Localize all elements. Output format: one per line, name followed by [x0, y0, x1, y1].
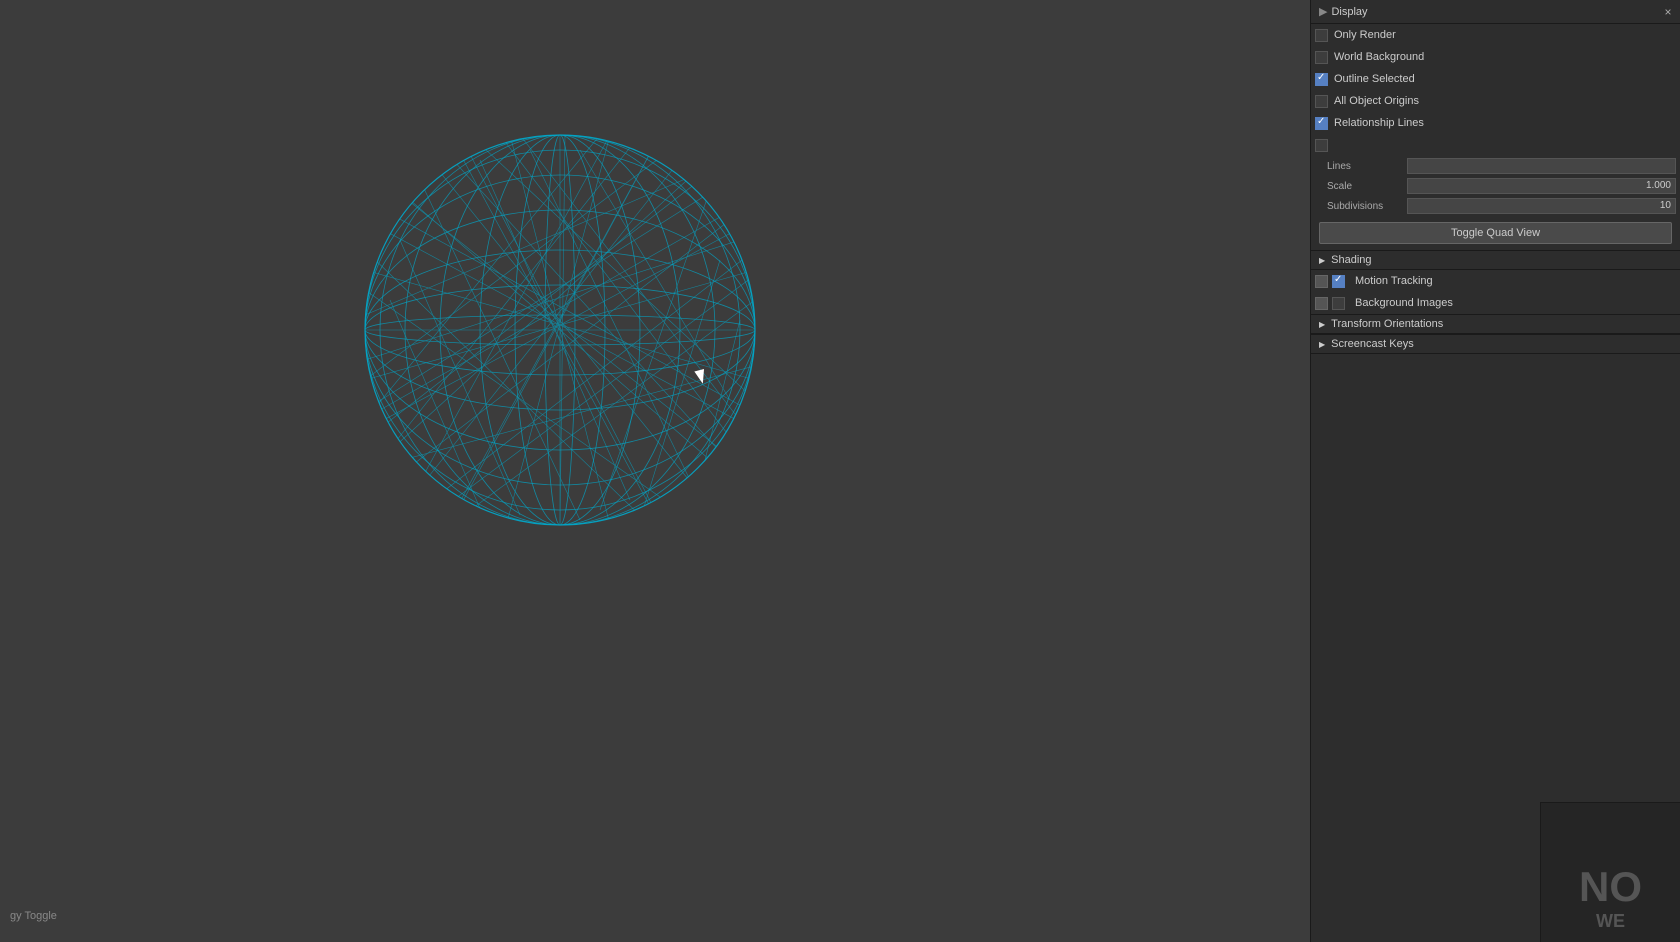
- background-images-collapse-icon[interactable]: [1315, 297, 1328, 310]
- world-background-row: World Background: [1311, 46, 1680, 68]
- all-object-origins-label: All Object Origins: [1334, 95, 1676, 107]
- overlay-text: gy Toggle: [10, 910, 57, 922]
- subdivisions-label: Subdivisions: [1327, 201, 1407, 212]
- transform-orientations-label: Transform Orientations: [1331, 318, 1443, 330]
- display-section-label: Display: [1331, 6, 1367, 18]
- display-section-header: ▶ Display: [1311, 0, 1680, 24]
- scale-label: Scale: [1327, 181, 1407, 192]
- scale-value[interactable]: 1.000: [1407, 178, 1676, 194]
- screencast-keys-label: Screencast Keys: [1331, 338, 1414, 350]
- background-images-checkbox[interactable]: [1332, 297, 1345, 310]
- scale-field-row: Scale 1.000: [1311, 176, 1680, 196]
- shading-arrow-icon: ▶: [1319, 256, 1325, 265]
- no-label: NO: [1579, 863, 1642, 911]
- viewport[interactable]: gy Toggle: [0, 0, 1310, 942]
- cursor-pointer: [696, 370, 708, 388]
- world-background-label: World Background: [1334, 51, 1676, 63]
- motion-tracking-checkbox[interactable]: [1332, 275, 1345, 288]
- only-render-row: Only Render: [1311, 24, 1680, 46]
- grid-floor-row: Grid Floor X Y Z: [1311, 134, 1680, 156]
- lines-field-row: Lines: [1311, 156, 1680, 176]
- background-images-row: Background Images: [1311, 292, 1680, 314]
- bottom-overlay: gy Toggle: [10, 910, 57, 922]
- relationship-lines-checkbox[interactable]: [1315, 117, 1328, 130]
- subdivisions-field-row: Subdivisions 10: [1311, 196, 1680, 216]
- all-object-origins-row: All Object Origins: [1311, 90, 1680, 112]
- subdivisions-value[interactable]: 10: [1407, 198, 1676, 214]
- outline-selected-label: Outline Selected: [1334, 73, 1676, 85]
- sphere-container: [350, 120, 770, 540]
- motion-tracking-label: Motion Tracking: [1355, 275, 1676, 287]
- world-background-checkbox[interactable]: [1315, 51, 1328, 64]
- lines-label: Lines: [1327, 161, 1407, 172]
- all-object-origins-checkbox[interactable]: [1315, 95, 1328, 108]
- only-render-checkbox[interactable]: [1315, 29, 1328, 42]
- outline-selected-checkbox[interactable]: [1315, 73, 1328, 86]
- transform-orientations-header[interactable]: ▶ Transform Orientations: [1311, 315, 1680, 334]
- transform-orientations-arrow-icon: ▶: [1319, 320, 1325, 329]
- bottom-right-overlay: NO WE: [1540, 802, 1680, 942]
- display-arrow-icon: ▶: [1319, 5, 1327, 18]
- close-panel-button[interactable]: ×: [1660, 4, 1676, 20]
- right-panel: × ▶ Display Only Render World Background…: [1310, 0, 1680, 942]
- toggle-quad-view-button[interactable]: Toggle Quad View: [1319, 222, 1672, 244]
- we-label: WE: [1596, 911, 1625, 932]
- relationship-lines-label: Relationship Lines: [1334, 117, 1676, 129]
- motion-tracking-collapse-icon[interactable]: [1315, 275, 1328, 288]
- grid-floor-checkbox[interactable]: [1315, 139, 1328, 152]
- motion-tracking-row: Motion Tracking: [1311, 270, 1680, 292]
- relationship-lines-row: Relationship Lines: [1311, 112, 1680, 134]
- outline-selected-row: Outline Selected: [1311, 68, 1680, 90]
- screencast-keys-arrow-icon: ▶: [1319, 340, 1325, 349]
- screencast-keys-header[interactable]: ▶ Screencast Keys: [1311, 335, 1680, 354]
- shading-section-label: Shading: [1331, 254, 1371, 266]
- shading-section-header[interactable]: ▶ Shading: [1311, 251, 1680, 270]
- lines-value[interactable]: [1407, 158, 1676, 174]
- background-images-label: Background Images: [1355, 297, 1676, 309]
- only-render-label: Only Render: [1334, 29, 1676, 41]
